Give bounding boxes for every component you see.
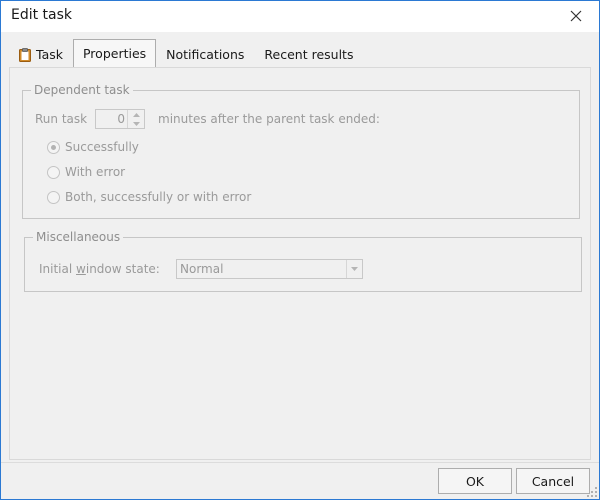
radio-both[interactable]: Both, successfully or with error — [47, 190, 251, 204]
cancel-button[interactable]: Cancel — [516, 468, 590, 494]
tab-recent-results[interactable]: Recent results — [254, 41, 363, 67]
run-task-label: Run task — [35, 112, 88, 126]
radio-successfully-label: Successfully — [65, 140, 139, 154]
tab-strip: Task Properties Notifications Recent res… — [9, 39, 363, 68]
minutes-suffix-label: minutes after the parent task ended: — [158, 112, 380, 126]
radio-successfully-circle[interactable] — [47, 140, 60, 154]
close-button[interactable] — [563, 5, 589, 27]
radio-successfully[interactable]: Successfully — [47, 140, 139, 154]
edit-task-dialog: Edit task Task Properties Notifications — [0, 0, 600, 500]
properties-tab-page: Dependent task Run task 0 minutes after … — [9, 67, 591, 460]
dependent-task-legend: Dependent task — [31, 82, 133, 98]
footer-separator — [1, 462, 599, 463]
initial-window-state-label: Initial window state: — [39, 262, 160, 276]
tab-properties[interactable]: Properties — [72, 39, 157, 68]
ok-button[interactable]: OK — [438, 468, 512, 494]
window-state-value: Normal — [180, 262, 224, 276]
tab-notifications-label: Notifications — [166, 47, 245, 62]
close-icon — [570, 10, 582, 22]
spin-down-icon[interactable] — [128, 119, 144, 128]
tab-task[interactable]: Task — [9, 41, 73, 67]
radio-both-label: Both, successfully or with error — [65, 190, 252, 204]
clipboard-icon — [19, 47, 31, 62]
title-bar: Edit task — [1, 1, 599, 32]
tab-task-label: Task — [36, 47, 63, 62]
dependent-task-group: Dependent task Run task 0 minutes after … — [22, 82, 580, 219]
resize-grip-icon[interactable] — [587, 487, 597, 497]
tab-properties-label: Properties — [82, 46, 147, 61]
miscellaneous-legend: Miscellaneous — [33, 229, 124, 245]
window-title: Edit task — [11, 7, 73, 23]
miscellaneous-group: Miscellaneous Initial window state: Norm… — [24, 229, 582, 292]
chevron-down-icon[interactable] — [346, 260, 362, 278]
radio-both-circle[interactable] — [47, 190, 60, 204]
minutes-value: 0 — [117, 112, 125, 126]
radio-with-error[interactable]: With error — [47, 165, 125, 179]
spin-up-icon[interactable] — [128, 110, 144, 119]
minutes-spinner[interactable]: 0 — [95, 109, 145, 129]
radio-with-error-label: With error — [65, 165, 126, 179]
window-state-dropdown[interactable]: Normal — [176, 259, 363, 279]
tab-notifications[interactable]: Notifications — [156, 41, 254, 67]
tab-recent-results-label: Recent results — [264, 47, 354, 62]
radio-with-error-circle[interactable] — [47, 165, 60, 179]
